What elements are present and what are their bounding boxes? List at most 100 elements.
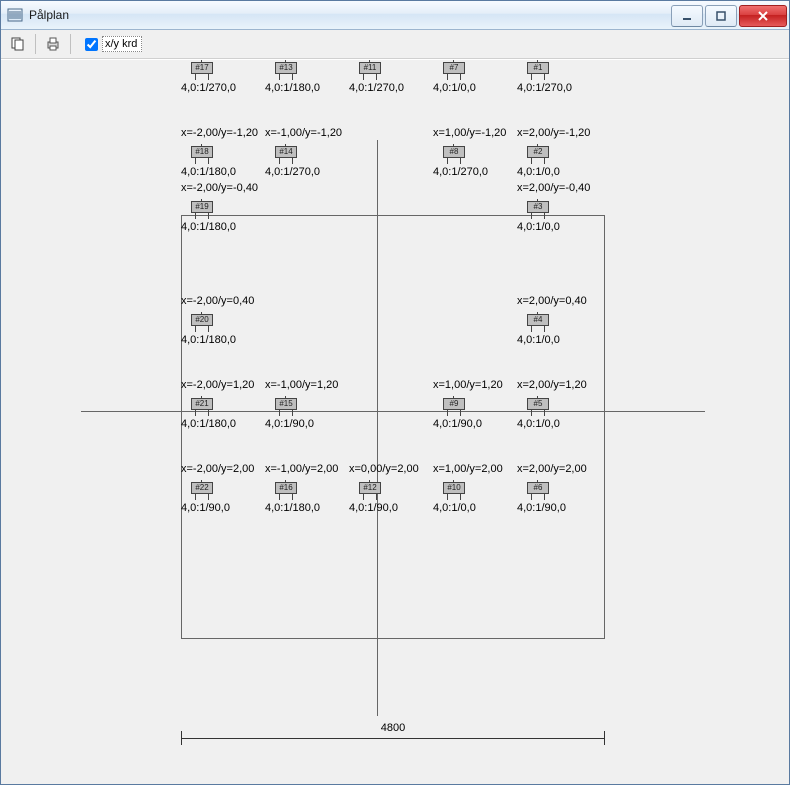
pile-icon: #16 xyxy=(275,480,297,500)
xy-coord-checkbox-label: x/y krd xyxy=(102,36,142,52)
pile-symbol: #21 xyxy=(191,394,265,416)
pile-symbol: #20 xyxy=(191,310,265,332)
pile-coord: x=1,00/y=2,00 xyxy=(433,463,517,476)
pile-symbol: #14 xyxy=(275,142,349,164)
pile-icon: #5 xyxy=(527,396,549,416)
pile-marker[interactable]: x=2,00/y=1,20 #5 4,0:1/0,0 xyxy=(517,379,601,431)
pile-icon: #4 xyxy=(527,312,549,332)
pile-coord: x=2,00/y=1,20 xyxy=(517,379,601,392)
pile-coord: x=2,00/y=0,40 xyxy=(517,295,601,308)
pile-inclination: 4,0:1/270,0 xyxy=(265,166,349,179)
pile-coord: x=2,00/y=2,00 xyxy=(517,463,601,476)
pile-marker[interactable]: x=1,00/y=1,20#94,0:1/90,0 xyxy=(433,379,517,431)
pile-marker[interactable]: x=0,00/y=-2,00#114,0:1/270,0 xyxy=(349,59,433,95)
pile-coord: x=2,00/y=-0,40 xyxy=(517,182,601,195)
pile-icon: #11 xyxy=(359,60,381,80)
pile-symbol: #1 xyxy=(527,59,601,80)
pile-coord: x=-2,00/y=2,00 xyxy=(181,463,265,476)
copy-button[interactable] xyxy=(7,33,29,55)
pile-icon: #22 xyxy=(191,480,213,500)
pile-marker[interactable]: x=1,00/y=2,00 #10 4,0:1/0,0 xyxy=(433,463,517,515)
pile-icon: #15 xyxy=(275,396,297,416)
pile-symbol: #9 xyxy=(443,394,517,416)
dimension-value: 4800 xyxy=(375,722,411,734)
pile-inclination: 4,0:1/0,0 xyxy=(433,502,517,515)
close-button[interactable] xyxy=(739,5,787,27)
pile-marker[interactable]: x=1,00/y=-2,00#74,0:1/0,0 xyxy=(433,59,517,95)
pile-icon: #19 xyxy=(191,199,213,219)
toolbar-separator xyxy=(70,34,71,54)
pile-icon: #21 xyxy=(191,396,213,416)
pile-symbol: #7 xyxy=(443,59,517,80)
pile-icon: #2 xyxy=(527,144,549,164)
xy-coord-checkbox-input[interactable] xyxy=(85,38,98,51)
pile-marker[interactable]: x=0,00/y=2,00#124,0:1/90,0 xyxy=(349,463,433,515)
pile-symbol: #3 xyxy=(527,197,601,219)
titlebar: Pålplan xyxy=(1,1,789,30)
pile-coord: x=-2,00/y=1,20 xyxy=(181,379,265,392)
window-title: Pålplan xyxy=(29,8,69,22)
pile-inclination: 4,0:1/270,0 xyxy=(349,82,433,95)
pile-inclination: 4,0:1/180,0 xyxy=(181,221,265,234)
pile-marker[interactable]: x=-2,00/y=0,40 #20 4,0:1/180,0 xyxy=(181,295,265,347)
pile-plan-canvas[interactable]: x=-2,00/y=-2,00#174,0:1/270,0x=-1,00/y=-… xyxy=(1,60,789,784)
pile-inclination: 4,0:1/180,0 xyxy=(265,502,349,515)
minimize-button[interactable] xyxy=(671,5,703,27)
titlebar-left: Pålplan xyxy=(7,7,69,23)
pile-coord: x=-2,00/y=-1,20 xyxy=(181,127,265,140)
pile-marker[interactable]: x=-2,00/y=-2,00#174,0:1/270,0 xyxy=(181,59,265,95)
pile-marker[interactable]: x=-1,00/y=1,20 #15 4,0:1/90,0 xyxy=(265,379,349,431)
pile-inclination: 4,0:1/180,0 xyxy=(181,334,265,347)
pile-icon: #12 xyxy=(359,480,381,500)
pile-icon: #1 xyxy=(527,60,549,80)
pile-symbol: #18 xyxy=(191,142,265,164)
pile-marker[interactable]: x=-2,00/y=-1,20#184,0:1/180,0 xyxy=(181,127,265,179)
pile-coord: x=-1,00/y=1,20 xyxy=(265,379,349,392)
toolbar: x/y krd xyxy=(1,30,789,59)
pile-icon: #18 xyxy=(191,144,213,164)
pile-symbol: #10 xyxy=(443,478,517,500)
pile-marker[interactable]: x=2,00/y=0,40 #4 4,0:1/0,0 xyxy=(517,295,601,347)
pile-marker[interactable]: x=-1,00/y=2,00 #16 4,0:1/180,0 xyxy=(265,463,349,515)
pile-marker[interactable]: x=-2,00/y=2,00 #22 4,0:1/90,0 xyxy=(181,463,265,515)
pile-coord: x=-2,00/y=0,40 xyxy=(181,295,265,308)
pile-symbol: #2 xyxy=(527,142,601,164)
pile-marker[interactable]: x=2,00/y=2,00#64,0:1/90,0 xyxy=(517,463,601,515)
pile-inclination: 4,0:1/0,0 xyxy=(517,221,601,234)
print-button[interactable] xyxy=(42,33,64,55)
pile-icon: #20 xyxy=(191,312,213,332)
print-icon xyxy=(45,36,61,52)
pile-coord: x=-1,00/y=2,00 xyxy=(265,463,349,476)
pile-marker[interactable]: x=2,00/y=-1,20#24,0:1/0,0 xyxy=(517,127,601,179)
axis-vertical xyxy=(377,140,378,716)
xy-coord-checkbox[interactable]: x/y krd xyxy=(85,36,142,52)
pile-marker[interactable]: x=-1,00/y=-1,20#144,0:1/270,0 xyxy=(265,127,349,179)
pile-marker[interactable]: x=-2,00/y=-0,40 #19 4,0:1/180,0 xyxy=(181,182,265,234)
pile-icon: #9 xyxy=(443,396,465,416)
pile-inclination: 4,0:1/0,0 xyxy=(517,418,601,431)
pile-marker[interactable]: x=-1,00/y=-2,00#134,0:1/180,0 xyxy=(265,59,349,95)
dimension-line: 4800 xyxy=(181,728,605,758)
pile-inclination: 4,0:1/90,0 xyxy=(433,418,517,431)
pile-symbol: #6 xyxy=(527,478,601,500)
pile-inclination: 4,0:1/0,0 xyxy=(517,334,601,347)
axis-horizontal xyxy=(81,411,705,412)
pile-coord: x=-2,00/y=-0,40 xyxy=(181,182,265,195)
pile-inclination: 4,0:1/90,0 xyxy=(181,502,265,515)
pile-inclination: 4,0:1/180,0 xyxy=(181,418,265,431)
pile-icon: #3 xyxy=(527,199,549,219)
pile-inclination: 4,0:1/90,0 xyxy=(265,418,349,431)
pile-marker[interactable]: x=1,00/y=-1,20#84,0:1/270,0 xyxy=(433,127,517,179)
toolbar-separator xyxy=(35,34,36,54)
pile-symbol: #19 xyxy=(191,197,265,219)
pile-icon: #14 xyxy=(275,144,297,164)
pile-symbol: #22 xyxy=(191,478,265,500)
pile-icon: #8 xyxy=(443,144,465,164)
pile-marker[interactable]: x=-2,00/y=1,20 #21 4,0:1/180,0 xyxy=(181,379,265,431)
pile-coord: x=2,00/y=-1,20 xyxy=(517,127,601,140)
pile-marker[interactable]: x=2,00/y=-0,40 #3 4,0:1/0,0 xyxy=(517,182,601,234)
pile-symbol: #12 xyxy=(359,478,433,500)
app-window: Pålplan xyxy=(0,0,790,785)
maximize-button[interactable] xyxy=(705,5,737,27)
pile-marker[interactable]: x=2,00/y=-2,00#14,0:1/270,0 xyxy=(517,59,601,95)
